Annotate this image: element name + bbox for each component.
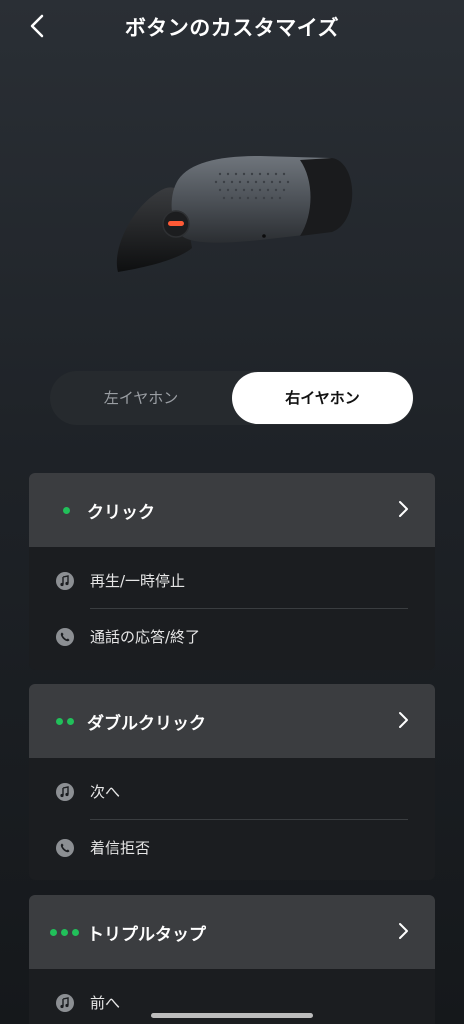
music-note-icon bbox=[56, 994, 74, 1012]
earbud-selector: 左イヤホン 右イヤホン bbox=[50, 371, 414, 425]
item-label: 着信拒否 bbox=[90, 839, 151, 857]
list-item[interactable]: 次へ bbox=[29, 764, 435, 820]
music-note-icon bbox=[56, 572, 74, 590]
list-item[interactable]: 再生/一時停止 bbox=[29, 553, 435, 609]
item-label: 再生/一時停止 bbox=[90, 572, 186, 590]
tab-right-earbud[interactable]: 右イヤホン bbox=[232, 372, 413, 424]
music-note-icon bbox=[56, 783, 74, 801]
triple-tap-header[interactable]: トリプルタップ bbox=[29, 895, 435, 969]
item-label: 前へ bbox=[90, 994, 121, 1012]
tab-left-earbud[interactable]: 左イヤホン bbox=[50, 371, 232, 425]
double-click-settings-card: ダブルクリック 次へ 着信拒否 bbox=[29, 684, 435, 880]
triple-tap-title: トリプルタップ bbox=[87, 925, 206, 945]
list-item[interactable]: 通話の応答/終了 bbox=[29, 609, 435, 665]
double-click-header[interactable]: ダブルクリック bbox=[29, 684, 435, 758]
click-title: クリック bbox=[87, 503, 155, 523]
top-bar: ボタンのカスタマイズ bbox=[0, 0, 464, 56]
phone-icon bbox=[56, 839, 74, 857]
click-header[interactable]: クリック bbox=[29, 473, 435, 547]
click-settings-card: クリック 再生/一時停止 通話の応答/終了 bbox=[29, 473, 435, 670]
double-click-title: ダブルクリック bbox=[87, 714, 206, 734]
chevron-right-icon bbox=[399, 923, 408, 939]
chevron-right-icon bbox=[399, 712, 408, 728]
triple-tap-settings-card: トリプルタップ 前へ bbox=[29, 895, 435, 1024]
chevron-right-icon bbox=[399, 501, 408, 517]
item-label: 通話の応答/終了 bbox=[90, 628, 201, 646]
item-label: 次へ bbox=[90, 783, 121, 801]
home-indicator[interactable] bbox=[151, 1013, 313, 1018]
phone-icon bbox=[56, 628, 74, 646]
earbud-product-image bbox=[116, 156, 353, 272]
page-title: ボタンのカスタマイズ bbox=[124, 16, 340, 40]
list-item[interactable]: 着信拒否 bbox=[29, 820, 435, 876]
